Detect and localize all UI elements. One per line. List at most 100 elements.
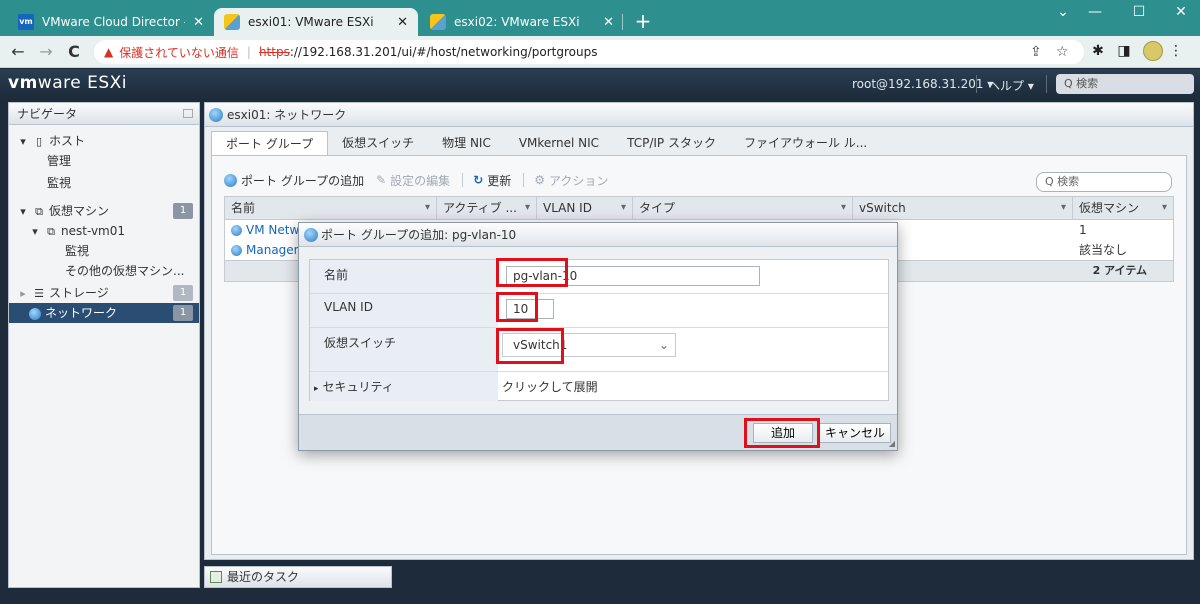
header-separator bbox=[976, 75, 977, 93]
close-icon[interactable]: ✕ bbox=[397, 15, 408, 30]
esxi-header: vmware ESXi root@192.168.31.201 ▾ ヘルプ ▾ … bbox=[0, 69, 1200, 99]
nav-item-nest-vm01[interactable]: ▾ ⧉ nest-vm01 bbox=[9, 221, 199, 241]
form-row-security[interactable]: ▸ セキュリティ クリックして展開 bbox=[310, 372, 888, 401]
expand-arrow-icon[interactable]: ▸ bbox=[314, 384, 319, 394]
tab-separator bbox=[622, 14, 623, 30]
collapse-pane-icon[interactable] bbox=[183, 109, 193, 118]
form-row-name: 名前 pg-vlan-10 bbox=[310, 260, 888, 294]
chevron-down-icon: ▾ bbox=[620, 202, 626, 213]
add-port-group-button[interactable]: ポート グループの追加 bbox=[224, 172, 364, 189]
expand-arrow-icon[interactable]: ▾ bbox=[17, 132, 29, 152]
refresh-icon: ↻ bbox=[473, 173, 484, 187]
port-group-icon bbox=[231, 225, 242, 236]
column-vswitch[interactable]: vSwitch ▾ bbox=[853, 197, 1073, 219]
expand-arrow-icon[interactable]: ▾ bbox=[29, 222, 41, 242]
nav-item-more-vms[interactable]: その他の仮想マシン... bbox=[9, 261, 199, 281]
dialog-title: ポート グループの追加: pg-vlan-10 bbox=[321, 228, 517, 242]
filter-search-input[interactable]: Q 検索 bbox=[1036, 172, 1172, 192]
add-button[interactable]: 追加 bbox=[753, 423, 813, 443]
nav-item-networking[interactable]: ネットワーク 1 bbox=[9, 303, 199, 323]
nav-item-host[interactable]: ▾ ▯ ホスト bbox=[9, 131, 199, 151]
close-window-button[interactable]: ✕ bbox=[1166, 4, 1196, 20]
share-icon[interactable]: ⇪ bbox=[1030, 44, 1042, 60]
dialog-title-bar: ポート グループの追加: pg-vlan-10 bbox=[299, 223, 897, 247]
refresh-button[interactable]: ↻ 更新 bbox=[473, 172, 511, 189]
extensions-icon[interactable]: ✱ bbox=[1088, 43, 1108, 59]
name-label: 名前 bbox=[310, 260, 498, 293]
tab-title: esxi02: VMware ESXi bbox=[454, 15, 580, 29]
vmware-favicon-icon: vm bbox=[18, 14, 34, 30]
browser-tab-esxi01[interactable]: esxi01: VMware ESXi ✕ bbox=[214, 8, 418, 36]
dialog-footer: 追加 キャンセル ◢ bbox=[299, 414, 897, 450]
tab-firewall-rules[interactable]: ファイアウォール ル... bbox=[730, 131, 881, 155]
tab-physical-nics[interactable]: 物理 NIC bbox=[428, 131, 505, 155]
tasks-icon bbox=[210, 571, 222, 583]
side-panel-icon[interactable]: ◨ bbox=[1114, 43, 1134, 59]
browser-tab-cloud-director[interactable]: vm VMware Cloud Director - vApp - ✕ bbox=[8, 8, 214, 36]
nav-item-vm-monitor[interactable]: 監視 bbox=[9, 241, 199, 261]
tab-tcpip-stacks[interactable]: TCP/IP スタック bbox=[613, 131, 730, 155]
column-active-ports[interactable]: アクティブ ... ▾ bbox=[437, 197, 537, 219]
nav-item-storage[interactable]: ▸ ☰ ストレージ 1 bbox=[9, 283, 199, 303]
vlan-id-input[interactable]: 10 bbox=[506, 299, 554, 319]
browser-tab-esxi02[interactable]: esxi02: VMware ESXi ✕ bbox=[420, 8, 624, 36]
tab-search-button[interactable]: ⌄ bbox=[1048, 4, 1078, 20]
form-value: pg-vlan-10 bbox=[498, 260, 888, 293]
chevron-down-icon: ▾ bbox=[1161, 202, 1167, 213]
close-icon[interactable]: ✕ bbox=[193, 15, 204, 30]
back-button[interactable]: ← bbox=[8, 42, 28, 61]
new-tab-button[interactable]: + bbox=[632, 10, 654, 32]
esxi-favicon-icon bbox=[430, 14, 446, 30]
address-bar[interactable]: ▲ 保護されていない通信 | https ://192.168.31.201/u… bbox=[94, 40, 1084, 64]
minimize-button[interactable]: — bbox=[1080, 4, 1110, 20]
toolbar-divider bbox=[462, 173, 464, 187]
tab-port-groups[interactable]: ポート グループ bbox=[211, 131, 329, 155]
column-vms[interactable]: 仮想マシン ▾ bbox=[1073, 197, 1173, 219]
bookmark-star-icon[interactable]: ☆ bbox=[1056, 44, 1069, 60]
host-icon: ▯ bbox=[35, 135, 43, 148]
tab-vmkernel-nics[interactable]: VMkernel NIC bbox=[505, 131, 613, 155]
expand-arrow-icon[interactable]: ▾ bbox=[17, 202, 29, 222]
expand-arrow-icon[interactable]: ▸ bbox=[17, 284, 29, 304]
security-expand-hint[interactable]: クリックして展開 bbox=[498, 372, 888, 401]
port-group-form: 名前 pg-vlan-10 VLAN ID 10 仮想スイッチ vSwitch1… bbox=[309, 259, 889, 401]
user-menu[interactable]: root@192.168.31.201 ▾ bbox=[852, 77, 993, 91]
help-menu[interactable]: ヘルプ ▾ bbox=[988, 77, 1034, 94]
header-search-input[interactable]: Q 検索 bbox=[1056, 74, 1194, 94]
menu-kebab-icon[interactable]: ⋮ bbox=[1166, 43, 1186, 59]
network-tabs: ポート グループ 仮想スイッチ 物理 NIC VMkernel NIC TCP/… bbox=[211, 131, 881, 155]
nav-item-host-manage[interactable]: 管理 bbox=[9, 151, 199, 171]
nav-item-host-monitor[interactable]: 監視 bbox=[9, 173, 199, 193]
form-value: vSwitch1 ⌄ bbox=[498, 328, 888, 371]
resize-grip-icon[interactable]: ◢ bbox=[889, 439, 895, 448]
chevron-down-icon: ▾ bbox=[524, 202, 530, 213]
table-cell-vms: 該当なし bbox=[1079, 243, 1128, 257]
gear-icon: ⚙ bbox=[534, 173, 546, 187]
virtual-switch-select[interactable]: vSwitch1 ⌄ bbox=[502, 333, 676, 357]
chevron-down-icon: ▾ bbox=[1060, 202, 1066, 213]
virtual-switch-label: 仮想スイッチ bbox=[310, 328, 498, 371]
recent-tasks-bar[interactable]: 最近のタスク bbox=[204, 566, 392, 588]
nav-item-vms[interactable]: ▾ ⧉ 仮想マシン 1 bbox=[9, 201, 199, 221]
edit-settings-button[interactable]: ✎ 設定の編集 bbox=[376, 172, 450, 189]
forward-button[interactable]: → bbox=[36, 42, 56, 61]
profile-avatar[interactable] bbox=[1143, 41, 1163, 61]
navigator-title: ナビゲータ bbox=[17, 107, 78, 121]
maximize-button[interactable]: ☐ bbox=[1124, 4, 1154, 20]
name-input[interactable]: pg-vlan-10 bbox=[506, 266, 760, 286]
warning-icon: ▲ bbox=[104, 45, 114, 59]
page-title: esxi01: ネットワーク bbox=[227, 108, 347, 122]
reload-button[interactable]: C bbox=[64, 42, 84, 61]
close-icon[interactable]: ✕ bbox=[603, 15, 614, 30]
actions-button[interactable]: ⚙ アクション bbox=[534, 172, 608, 189]
column-name[interactable]: 名前 ▾ bbox=[225, 197, 437, 219]
storage-icon: ☰ bbox=[34, 287, 44, 300]
vm-icon: ⧉ bbox=[35, 205, 43, 218]
action-toolbar: ポート グループの追加 ✎ 設定の編集 ↻ 更新 ⚙ アクション bbox=[224, 170, 620, 190]
cancel-button[interactable]: キャンセル bbox=[819, 423, 891, 443]
column-type[interactable]: タイプ ▾ bbox=[633, 197, 853, 219]
add-port-group-dialog: ポート グループの追加: pg-vlan-10 名前 pg-vlan-10 VL… bbox=[298, 222, 898, 451]
chevron-down-icon: ▾ bbox=[840, 202, 846, 213]
column-vlan-id[interactable]: VLAN ID ▾ bbox=[537, 197, 633, 219]
tab-virtual-switches[interactable]: 仮想スイッチ bbox=[328, 131, 428, 155]
